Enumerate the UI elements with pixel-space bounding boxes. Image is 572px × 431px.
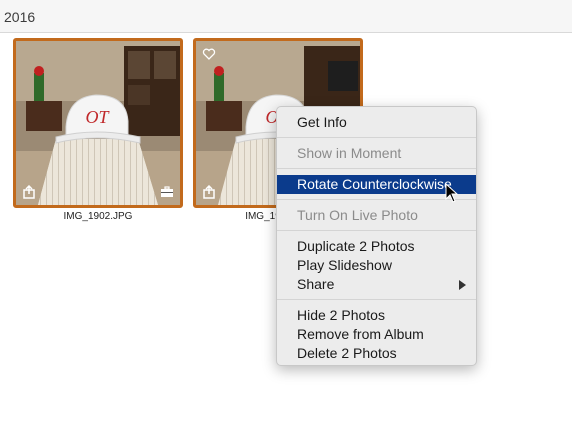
menu-separator — [277, 137, 476, 138]
menu-item-get-info[interactable]: Get Info — [277, 113, 476, 132]
menu-separator — [277, 230, 476, 231]
menu-item-turn-on-live-photo: Turn On Live Photo — [297, 207, 418, 223]
menu-item-remove-from-album[interactable]: Remove from Album — [277, 325, 476, 344]
menu-item-duplicate[interactable]: Duplicate 2 Photos — [277, 237, 476, 256]
share-icon — [23, 185, 35, 199]
menu-item-share-label: Share — [297, 276, 335, 292]
photo-image-1: OT — [16, 41, 180, 205]
toolbar: 2016 — [0, 0, 572, 33]
menu-item-show-in-moment: Show in Moment — [297, 145, 402, 161]
menu-item-hide[interactable]: Hide 2 Photos — [277, 306, 476, 325]
heart-icon[interactable] — [202, 47, 216, 61]
cap-embroidery-text: OT — [85, 107, 110, 127]
briefcase-icon — [161, 186, 173, 197]
context-menu: Get Info Show in Moment Rotate Countercl… — [276, 106, 477, 366]
menu-item-play-slideshow[interactable]: Play Slideshow — [277, 256, 476, 275]
menu-item-share[interactable]: Share — [277, 275, 476, 294]
menu-item-delete[interactable]: Delete 2 Photos — [277, 344, 476, 363]
share-icon — [203, 185, 215, 199]
year-heading: 2016 — [4, 9, 36, 25]
photo-filename-1: IMG_1902.JPG — [63, 211, 133, 222]
photo-thumbnail-1[interactable]: OT — [13, 38, 183, 208]
menu-separator — [277, 168, 476, 169]
mouse-pointer-icon — [445, 183, 459, 203]
submenu-arrow-icon — [459, 280, 466, 290]
menu-separator — [277, 299, 476, 300]
